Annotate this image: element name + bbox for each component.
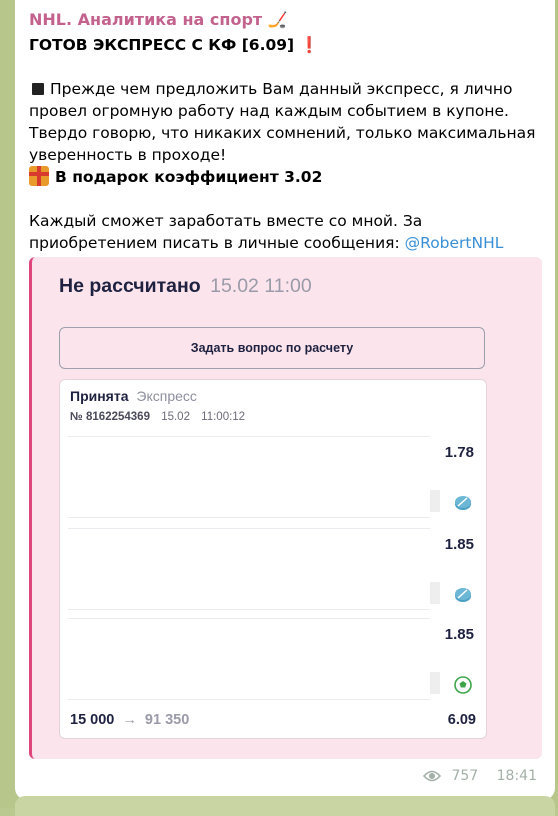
- bet-datetime: 15.02 11:00: [210, 275, 312, 297]
- view-count: 757: [451, 768, 479, 784]
- channel-name-label: NHL. Аналитика на спорт: [29, 10, 263, 29]
- post-paragraph-2: Каждый сможет заработать вместе со мной.…: [29, 210, 539, 254]
- gift-line: В подарок коэффициент 3.02: [29, 166, 539, 188]
- post-headline: ГОТОВ ЭКСПРЕСС С КФ [6.09] ❗: [29, 34, 539, 56]
- event-score-placeholder: [430, 672, 440, 694]
- event-score-placeholder: [430, 490, 440, 512]
- headline-text: ГОТОВ ЭКСПРЕСС С КФ [6.09]: [29, 36, 295, 54]
- gift-line-text: В подарок коэффициент 3.02: [55, 168, 323, 186]
- event-odds: 1.78: [444, 444, 474, 461]
- stake-amount: 15 000: [70, 712, 115, 728]
- arrow-right-icon: →: [122, 712, 137, 728]
- status-title-text: Не рассчитано: [59, 275, 201, 297]
- event-odds: 1.85: [444, 626, 474, 643]
- coupon-date: 15.02: [161, 411, 190, 423]
- coupon-number: № 8162254369: [70, 411, 150, 423]
- payout-amount: 91 350: [144, 712, 190, 728]
- gift-icon: [29, 166, 49, 186]
- hockey-puck-icon: [455, 496, 471, 510]
- coupon-card: Принята Экспресс № 8162254369 15.02 11:0…: [59, 379, 487, 739]
- paragraph-1-text: Прежде чем предложить Вам данный экспрес…: [29, 80, 536, 164]
- coupon-event: 1.78: [68, 436, 478, 522]
- hockey-puck-icon: [455, 588, 471, 602]
- event-score-placeholder: [430, 582, 440, 604]
- event-details-hidden: [68, 618, 430, 700]
- message-text: ГОТОВ ЭКСПРЕСС С КФ [6.09] ❗ Прежде чем …: [29, 34, 539, 254]
- eye-icon: [423, 770, 441, 782]
- total-odds: 6.09: [447, 712, 476, 728]
- channel-name[interactable]: NHL. Аналитика на спорт 🏒: [29, 10, 288, 29]
- coupon-total: 15 000 → 91 350 6.09: [70, 712, 476, 728]
- coupon-status: Принята Экспресс: [70, 388, 197, 404]
- black-square-icon: [32, 83, 44, 95]
- coupon-meta: № 8162254369 15.02 11:00:12: [70, 411, 245, 423]
- coupon-event: 1.85: [68, 528, 478, 614]
- coupon-time: 11:00:12: [201, 411, 246, 423]
- event-details-hidden: [68, 528, 430, 610]
- coupon-event: 1.85: [68, 618, 478, 704]
- ask-question-button: Задать вопрос по расчету: [59, 327, 485, 369]
- hockey-stick-icon: 🏒: [267, 10, 288, 29]
- post-paragraph-1: Прежде чем предложить Вам данный экспрес…: [29, 78, 539, 166]
- coupon-type: Экспресс: [136, 388, 197, 404]
- red-exclamation-icon: ❗: [299, 36, 319, 54]
- event-odds: 1.85: [444, 536, 474, 553]
- event-details-hidden: [68, 436, 430, 518]
- next-message-edge: [15, 796, 555, 816]
- contact-link[interactable]: @RobertNHL: [405, 234, 504, 252]
- message-time: 18:41: [496, 768, 537, 784]
- bet-slip-image[interactable]: Не рассчитано 15.02 11:00 Задать вопрос …: [29, 257, 542, 759]
- coupon-status-text: Принята: [70, 388, 129, 404]
- bet-status-title: Не рассчитано 15.02 11:00: [59, 275, 312, 298]
- football-icon: [454, 676, 472, 694]
- message-footer: 757 18:41: [423, 768, 537, 784]
- paragraph-2-text: Каждый сможет заработать вместе со мной.…: [29, 212, 423, 252]
- channel-message: NHL. Аналитика на спорт 🏒 ГОТОВ ЭКСПРЕСС…: [15, 0, 555, 800]
